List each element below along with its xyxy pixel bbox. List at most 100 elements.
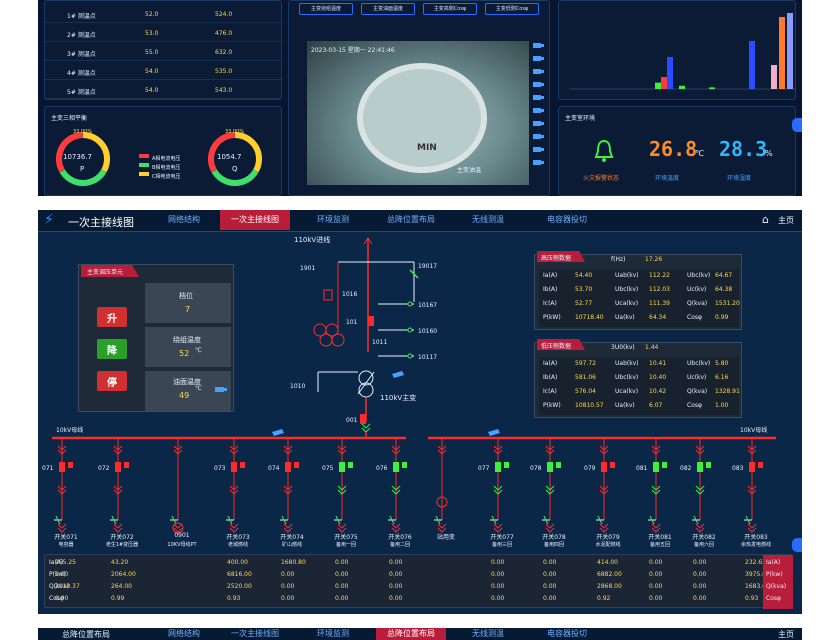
nav-tab[interactable]: 总降位置布局 bbox=[376, 210, 446, 230]
data-label: P(kW) bbox=[543, 402, 561, 409]
breaker-icon[interactable] bbox=[339, 462, 345, 472]
gauge-dial bbox=[357, 63, 487, 173]
chart-bar bbox=[709, 87, 715, 89]
bus-10-left: 10kV母线 bbox=[56, 426, 83, 434]
env-panel: 主变室环境 火灾报警状态 26.8 ℃ 环境温度 28.3 % 环境湿度 bbox=[558, 106, 796, 196]
nav-tab[interactable]: 电容器投切 bbox=[532, 210, 602, 230]
camera-icon[interactable] bbox=[488, 429, 500, 436]
table-cell: 0.00 bbox=[491, 559, 505, 566]
gauge-p-value: 10736.7 bbox=[63, 153, 92, 161]
camera-icon[interactable] bbox=[533, 41, 545, 50]
camera-icon[interactable] bbox=[533, 158, 545, 167]
bottom-home-link[interactable]: 主页 bbox=[778, 629, 794, 640]
temp-row-v1: 54.0 bbox=[145, 87, 159, 94]
nav-tab[interactable]: 网络结构 bbox=[158, 628, 210, 640]
table-cell: 264.00 bbox=[111, 583, 132, 590]
camera-icon[interactable] bbox=[533, 145, 545, 154]
nav-tab[interactable]: 一次主接线图 bbox=[220, 628, 290, 640]
nav-tab[interactable]: 无线测温 bbox=[458, 628, 518, 640]
status-indicator bbox=[294, 462, 299, 468]
camera-icon[interactable] bbox=[533, 93, 545, 102]
nav-tab[interactable]: 电容器投切 bbox=[532, 628, 602, 640]
breaker-icon[interactable] bbox=[547, 462, 553, 472]
nav-tab[interactable]: 无线测温 bbox=[458, 210, 518, 230]
temp-value: 26.8 bbox=[649, 137, 698, 161]
breaker-icon[interactable] bbox=[393, 462, 399, 472]
video-tab[interactable]: 主变低侧Cosφ bbox=[485, 3, 539, 15]
feeder-sub: 备用二回 bbox=[389, 542, 410, 548]
camera-icon[interactable] bbox=[533, 67, 545, 76]
home-icon[interactable]: ⌂ bbox=[762, 213, 769, 226]
video-tab[interactable]: 主变绕组温度 bbox=[299, 3, 353, 15]
camera-icon[interactable] bbox=[272, 429, 284, 436]
nav-tab[interactable]: 环境监测 bbox=[300, 210, 366, 230]
fuse-icon bbox=[323, 289, 333, 301]
feeder-id: 071 bbox=[42, 465, 54, 472]
table-cell: 0.00 bbox=[335, 559, 349, 566]
feeder-id: 074 bbox=[268, 465, 280, 472]
breaker-icon[interactable] bbox=[231, 462, 237, 472]
feeder-name: 开关079 bbox=[596, 534, 620, 541]
camera-icon[interactable] bbox=[533, 54, 545, 63]
side-toggle[interactable] bbox=[792, 118, 802, 132]
breaker-icon[interactable] bbox=[697, 462, 703, 472]
camera-icon[interactable] bbox=[533, 106, 545, 115]
temp-row-v1: 54.0 bbox=[145, 68, 159, 75]
temp-row-name: 1# 测温点 bbox=[67, 13, 96, 20]
home-link[interactable]: 主页 bbox=[778, 215, 794, 226]
side-toggle-2[interactable] bbox=[792, 538, 802, 552]
data-value: 10718.40 bbox=[575, 314, 604, 321]
status-indicator bbox=[402, 462, 407, 468]
feeder-id: 083 bbox=[732, 465, 744, 472]
data-label: Ia(A) bbox=[543, 272, 558, 279]
breaker-icon[interactable] bbox=[285, 462, 291, 472]
video-tab[interactable]: 主变油面温度 bbox=[361, 3, 415, 15]
breaker-icon[interactable] bbox=[360, 414, 366, 424]
table-row-label-right: P(kw) bbox=[766, 571, 783, 578]
data-value: 10.40 bbox=[649, 374, 667, 381]
breaker-icon[interactable] bbox=[495, 462, 501, 472]
nav-tab[interactable]: 一次主接线图 bbox=[220, 210, 290, 230]
feeder-id: 075 bbox=[322, 465, 334, 472]
data-value: 112.03 bbox=[649, 286, 670, 293]
main-transformer-label: 110kV主变 bbox=[380, 393, 416, 402]
feeder-id: 077 bbox=[478, 465, 490, 472]
feeder-name: 开关071 bbox=[54, 534, 78, 541]
breaker-icon[interactable] bbox=[368, 316, 374, 326]
temp-row-name: 3# 测温点 bbox=[67, 51, 96, 58]
table-row-label-right: Q(kva) bbox=[766, 583, 787, 590]
data-value: 0.99 bbox=[715, 314, 729, 321]
breaker-icon[interactable] bbox=[601, 462, 607, 472]
data-value: 581.06 bbox=[575, 374, 596, 381]
table-cell: 43.20 bbox=[111, 559, 129, 566]
camera-icon[interactable] bbox=[533, 119, 545, 128]
status-indicator bbox=[758, 462, 763, 468]
temp-row-v1: 52.0 bbox=[145, 11, 159, 18]
nav-tab[interactable]: 总降位置布局 bbox=[376, 628, 446, 640]
temp-row: 1# 测温点 52.0 524.0 bbox=[45, 7, 281, 23]
video-tab[interactable]: 主变高侧Cosφ bbox=[423, 3, 477, 15]
data-value: 53.70 bbox=[575, 286, 593, 293]
main-diagram-screen: ⚡ 一次主接线图 网络结构 一次主接线图 环境监测 总降位置布局 无线测温 电容器投切 ⌂… bbox=[38, 210, 802, 614]
table-cell: 2010.37 bbox=[55, 583, 80, 590]
camera-icon[interactable] bbox=[533, 132, 545, 141]
humid-unit: % bbox=[765, 149, 773, 158]
table-cell: 2064.00 bbox=[111, 571, 136, 578]
camera-icon[interactable] bbox=[392, 371, 404, 378]
video-feed[interactable]: 2023-03-15 星期一 22:41:46 MIN 主变油温 bbox=[307, 41, 529, 185]
breaker-icon[interactable] bbox=[749, 462, 755, 472]
sw-1011: 1011 bbox=[372, 339, 387, 346]
breaker-icon[interactable] bbox=[653, 462, 659, 472]
camera-icon[interactable] bbox=[533, 80, 545, 89]
data-label: Uc(kv) bbox=[687, 374, 707, 381]
breaker-icon[interactable] bbox=[59, 462, 65, 472]
table-cell: 0.00 bbox=[649, 571, 663, 578]
chart-bar bbox=[679, 85, 685, 89]
data-value: 6.07 bbox=[649, 402, 663, 409]
feeder-name: 开关081 bbox=[648, 534, 672, 541]
nav-tab[interactable]: 网络结构 bbox=[158, 210, 210, 230]
nav-tab[interactable]: 环境监测 bbox=[300, 628, 366, 640]
breaker-icon[interactable] bbox=[115, 462, 121, 472]
table-cell: 1680.80 bbox=[281, 559, 306, 566]
feeder-sub: 备用四回 bbox=[543, 542, 564, 548]
